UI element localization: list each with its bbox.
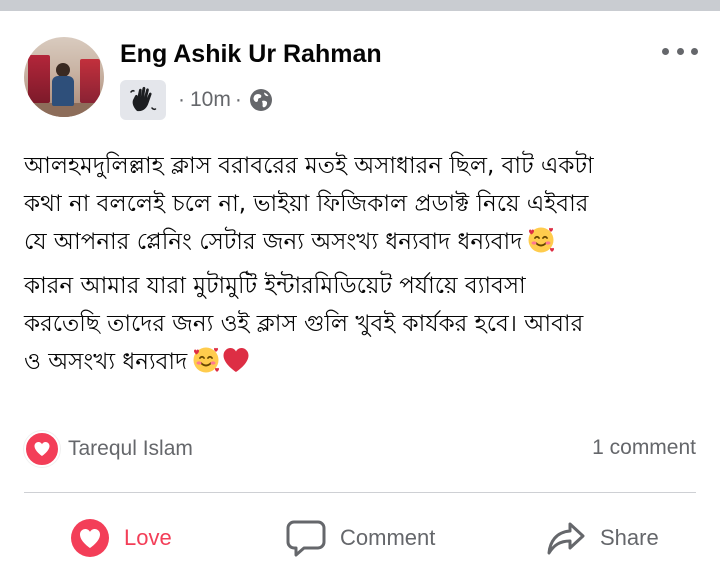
reaction-summary[interactable]: Tarequl Islam bbox=[24, 431, 193, 467]
comment-button[interactable]: Comment bbox=[286, 513, 435, 563]
post-line: কারন আমার যারা মুটামুটি ইন্টারমিডিয়েট প… bbox=[24, 273, 526, 299]
post-line: যে আপনার প্লেনিং সেটার জন্য অসংখ্য ধন্যব… bbox=[24, 223, 704, 267]
love-label: Love bbox=[124, 525, 172, 550]
post-meta: · 10m · bbox=[120, 80, 273, 120]
reactor-name: Tarequl Islam bbox=[68, 437, 193, 460]
feed-separator-strip bbox=[0, 0, 720, 11]
post-line-text: যে আপনার প্লেনিং সেটার জন্য অসংখ্য ধন্যব… bbox=[24, 229, 523, 255]
red-heart-icon bbox=[221, 345, 251, 387]
share-label: Share bbox=[600, 525, 659, 550]
author-avatar[interactable] bbox=[24, 37, 104, 117]
post-line: ও অসংখ্য ধন্যবাদ bbox=[24, 343, 704, 387]
comment-label: Comment bbox=[340, 525, 436, 550]
post-line: করতেছি তাদের জন্য ওই ক্লাস গুলি খুবই কার… bbox=[24, 311, 584, 337]
comment-count[interactable]: 1 comment bbox=[592, 436, 696, 460]
comment-bubble-icon bbox=[286, 518, 326, 558]
meta-separator: · bbox=[178, 88, 185, 111]
divider bbox=[24, 492, 696, 493]
waving-hand-icon[interactable] bbox=[120, 80, 166, 120]
post-line-text: ও অসংখ্য ধন্যবাদ bbox=[24, 349, 188, 375]
author-name[interactable]: Eng Ashik Ur Rahman bbox=[120, 40, 382, 69]
meta-separator: · bbox=[234, 88, 242, 111]
post-line: কথা না বললেই চলে না, ভাইয়া ফিজিকাল প্রড… bbox=[24, 191, 589, 217]
post-line: আলহমদুলিল্লাহ ক্লাস বরাবরের মতই অসাধারন … bbox=[24, 153, 594, 179]
love-button[interactable]: Love bbox=[70, 513, 172, 563]
heart-icon bbox=[70, 518, 110, 558]
smiling-face-with-hearts-icon bbox=[526, 225, 556, 267]
post-timestamp[interactable]: 10m bbox=[190, 88, 231, 112]
post-body: আলহমদুলিল্লাহ ক্লাস বরাবরের মতই অসাধারন … bbox=[24, 147, 704, 387]
share-arrow-icon bbox=[546, 518, 586, 558]
smiling-face-with-hearts-icon bbox=[191, 345, 221, 387]
share-button[interactable]: Share bbox=[546, 513, 659, 563]
more-options-icon[interactable] bbox=[662, 40, 698, 62]
love-reaction-icon bbox=[24, 431, 60, 467]
globe-icon[interactable] bbox=[249, 88, 273, 112]
